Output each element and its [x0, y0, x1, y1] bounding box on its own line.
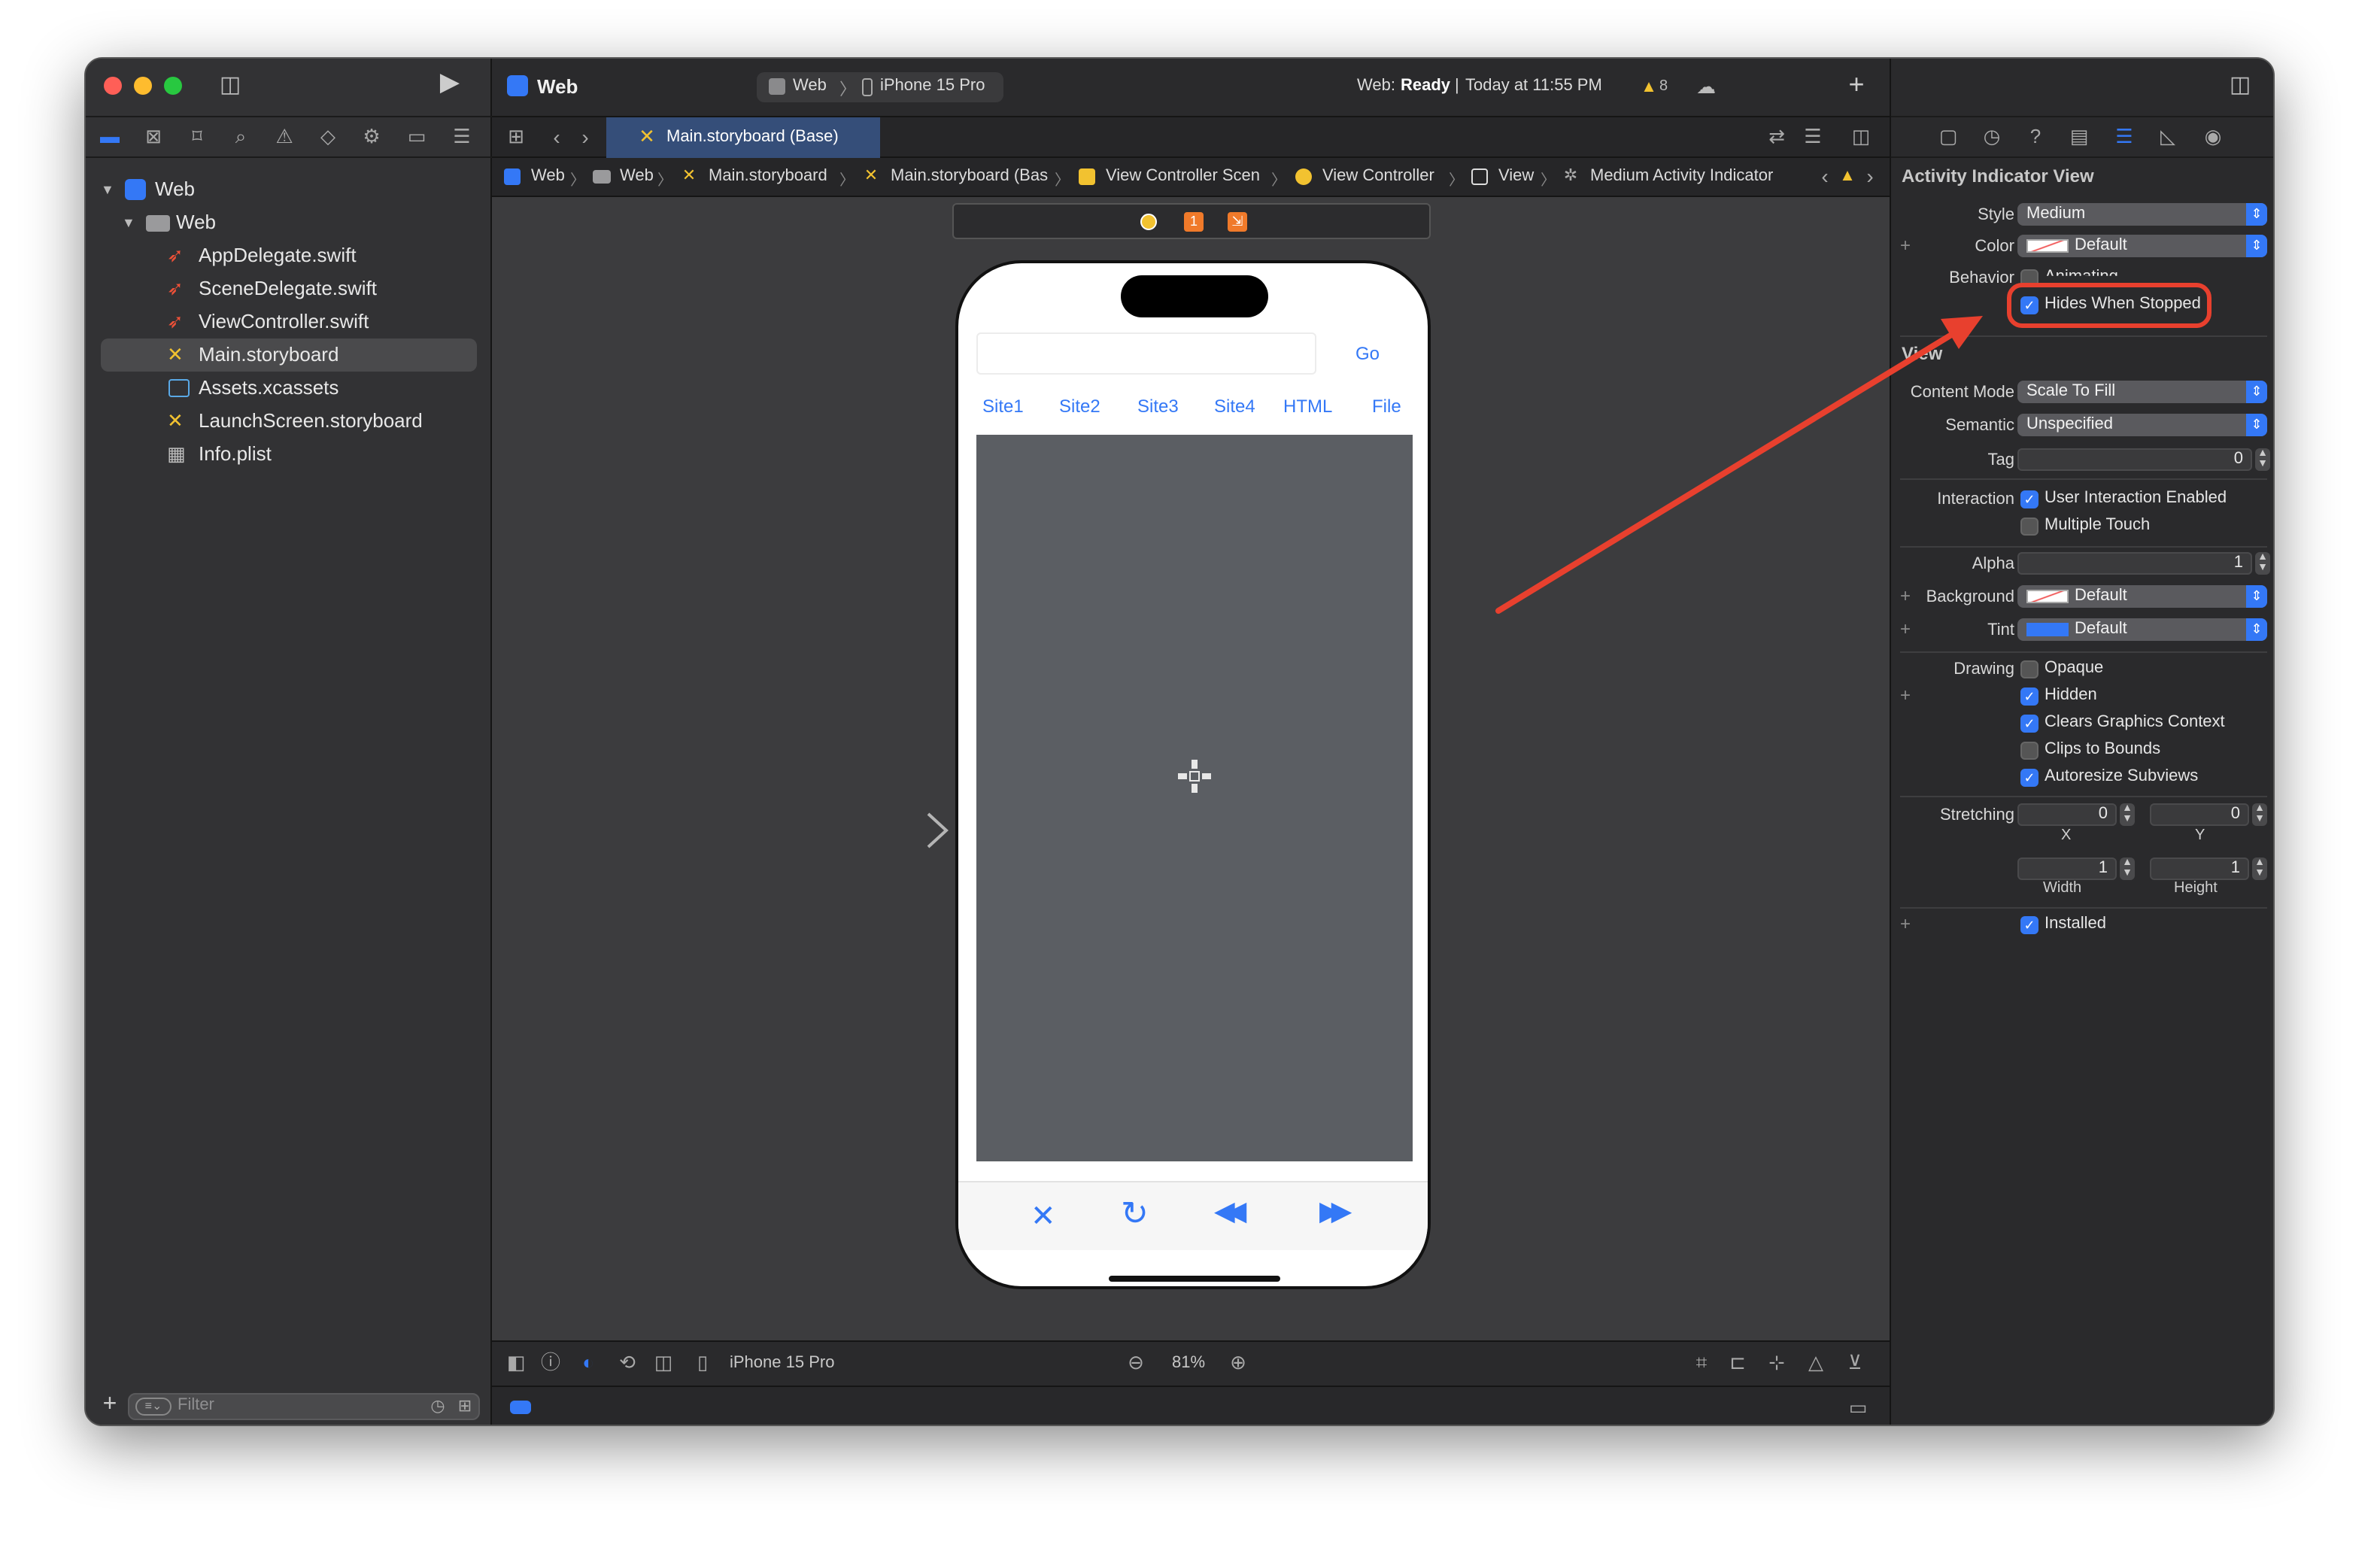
annotation-arrow [1495, 316, 1983, 614]
